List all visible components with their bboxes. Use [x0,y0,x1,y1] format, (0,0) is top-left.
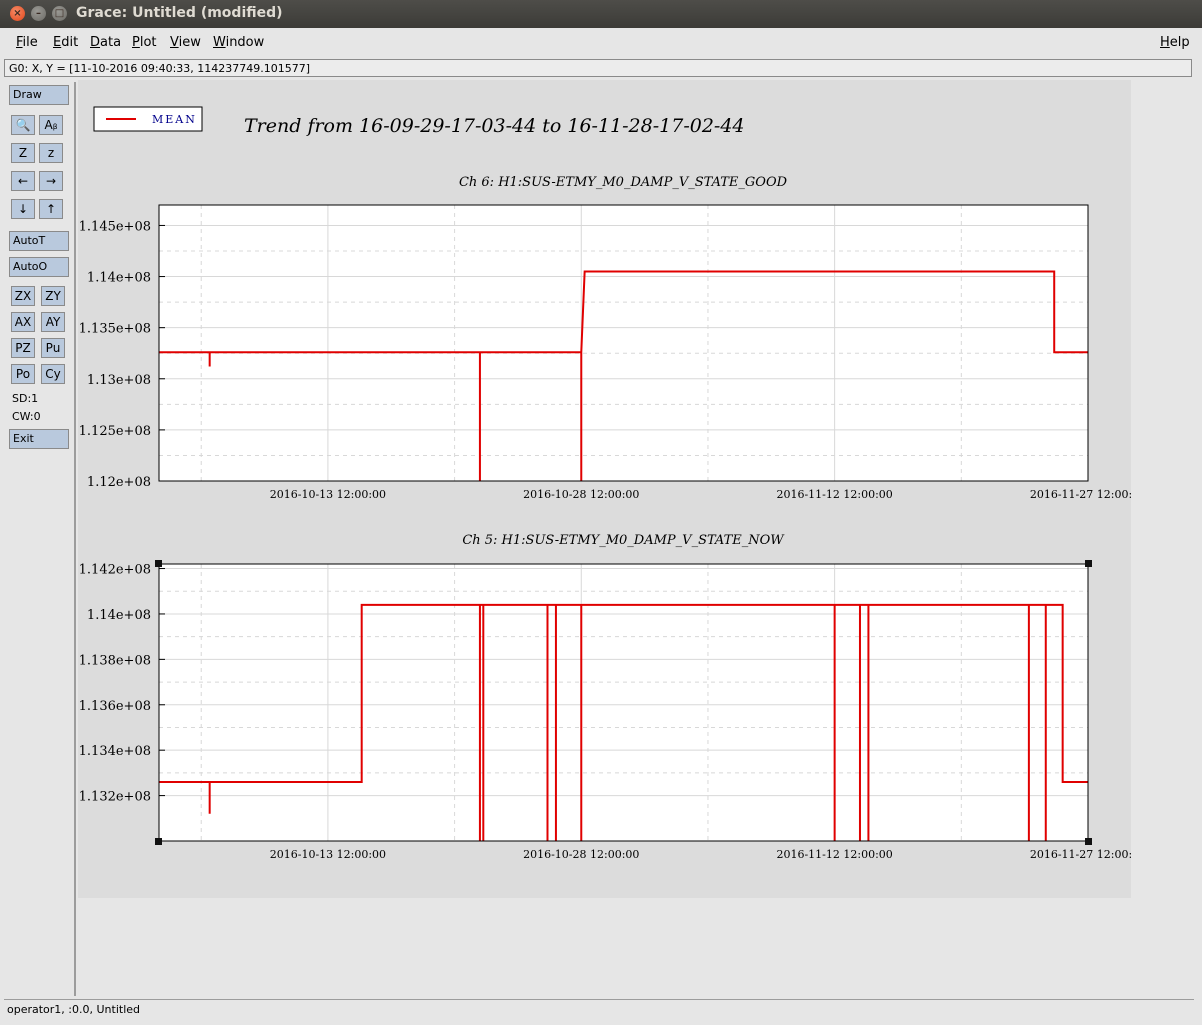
scroll-up-button[interactable]: ↑ [39,199,63,219]
window-titlebar: × – □ Grace: Untitled (modified) [0,0,1202,28]
minimize-window-button[interactable]: – [31,6,46,21]
text-icon: Aᵦ [44,118,58,132]
x-tick-label: 2016-10-28 12:00:00 [523,848,639,861]
autoo-button[interactable]: AutoO [9,257,69,277]
autot-button[interactable]: AutoT [9,231,69,251]
po-button[interactable]: Po [11,364,35,384]
y-tick-label: 1.145e+08 [79,219,151,234]
draw-button[interactable]: Draw [9,85,69,105]
menu-window[interactable]: Window [213,35,264,50]
x-tick-label: 2016-11-27 12:00:00 [1030,848,1131,861]
y-tick-label: 1.14e+08 [87,271,151,286]
scroll-down-button[interactable]: ↓ [11,199,35,219]
y-tick-label: 1.134e+08 [79,744,151,759]
status-bar: operator1, :0.0, Untitled [4,999,1194,1019]
close-window-button[interactable]: × [10,6,25,21]
graph-1-title: Ch 6: H1:SUS-ETMY_M0_DAMP_V_STATE_GOOD [459,175,788,190]
graph-svg: MEAN Trend from 16-09-29-17-03-44 to 16-… [79,106,1146,861]
graph-2-y-axis: 1.132e+08 1.134e+08 1.136e+08 1.138e+08 1.14… [79,563,165,805]
scroll-left-button[interactable]: ← [11,171,35,191]
menu-plot[interactable]: Plot [132,35,157,50]
graph-1-plot-area[interactable] [159,205,1088,481]
x-tick-label: 2016-10-28 12:00:00 [523,488,639,501]
y-tick-label: 1.12e+08 [87,475,151,490]
plot-canvas[interactable]: MEAN Trend from 16-09-29-17-03-44 to 16-… [78,80,1146,898]
window-title: Grace: Untitled (modified) [76,5,283,21]
graph-2-title: Ch 5: H1:SUS-ETMY_M0_DAMP_V_STATE_NOW [462,533,785,548]
zy-button[interactable]: ZY [41,286,65,306]
canvas-scroll-area[interactable]: MEAN Trend from 16-09-29-17-03-44 to 16-… [78,80,1188,996]
y-tick-label: 1.135e+08 [79,322,151,337]
menubar: File Edit Data Plot View Window Help [0,30,1202,56]
autoscale-z-button[interactable]: Z [11,143,35,163]
exit-button[interactable]: Exit [9,429,69,449]
chart-main-title: Trend from 16-09-29-17-03-44 to 16-11-28… [244,115,745,137]
graph-2-x-axis: 2016-10-13 12:00:00 2016-10-28 12:00:00 20… [270,848,1146,861]
close-icon: × [13,8,22,19]
pu-button[interactable]: Pu [41,338,65,358]
autoscale-z-icon: Z [18,146,28,160]
x-tick-label: 2016-10-13 12:00:00 [270,848,386,861]
current-world-label: CW:0 [12,410,41,423]
y-tick-label: 1.125e+08 [79,424,151,439]
y-tick-label: 1.136e+08 [79,699,151,714]
pz-button[interactable]: PZ [11,338,35,358]
selection-handle-top-left[interactable] [155,560,162,567]
y-tick-label: 1.13e+08 [87,373,151,388]
selection-handle-bottom-left[interactable] [155,838,162,845]
arrow-left-icon: ← [17,174,29,188]
zoom-icon: 🔍 [15,118,31,132]
x-tick-label: 2016-10-13 12:00:00 [270,488,386,501]
minimize-icon: – [36,8,41,19]
x-tick-label: 2016-11-27 12:00:00 [1030,488,1131,501]
autoscale-z-small-icon: z [47,146,55,160]
ay-button[interactable]: AY [41,312,65,332]
graph-1-x-axis: 2016-10-13 12:00:00 2016-10-28 12:00:00 20… [270,488,1146,501]
x-tick-label: 2016-11-12 12:00:00 [776,488,892,501]
y-tick-label: 1.14e+08 [87,608,151,623]
selection-handle-top-right[interactable] [1085,560,1092,567]
maximize-icon: □ [54,8,65,19]
y-tick-label: 1.142e+08 [79,563,151,578]
graph-1-y-axis: 1.12e+08 1.125e+08 1.13e+08 1.135e+08 1.14e+… [79,219,165,490]
menu-data[interactable]: Data [90,35,121,50]
selection-handle-bottom-right[interactable] [1085,838,1092,845]
y-tick-label: 1.138e+08 [79,653,151,668]
locator-display: G0: X, Y = [11-10-2016 09:40:33, 1142377… [4,59,1192,77]
zx-button[interactable]: ZX [11,286,35,306]
menu-view[interactable]: View [170,35,201,50]
menu-file[interactable]: File [16,35,38,50]
maximize-window-button[interactable]: □ [52,6,67,21]
menu-help[interactable]: Help [1160,35,1190,50]
zoom-button[interactable]: 🔍 [11,115,35,135]
x-tick-label: 2016-11-12 12:00:00 [776,848,892,861]
arrow-up-icon: ↑ [45,202,57,216]
autoscale-z-small-button[interactable]: z [39,143,63,163]
toolbar: Draw 🔍 Aᵦ Z z ← → ↓ ↑ AutoT AutoO ZX ZY … [4,82,76,996]
cy-button[interactable]: Cy [41,364,65,384]
legend-label: MEAN [152,113,197,126]
scroll-right-button[interactable]: → [39,171,63,191]
menu-edit[interactable]: Edit [53,35,78,50]
ax-button[interactable]: AX [11,312,35,332]
stack-depth-label: SD:1 [12,392,39,405]
arrow-right-icon: → [45,174,57,188]
text-button[interactable]: Aᵦ [39,115,63,135]
y-tick-label: 1.132e+08 [79,790,151,805]
arrow-down-icon: ↓ [17,202,29,216]
